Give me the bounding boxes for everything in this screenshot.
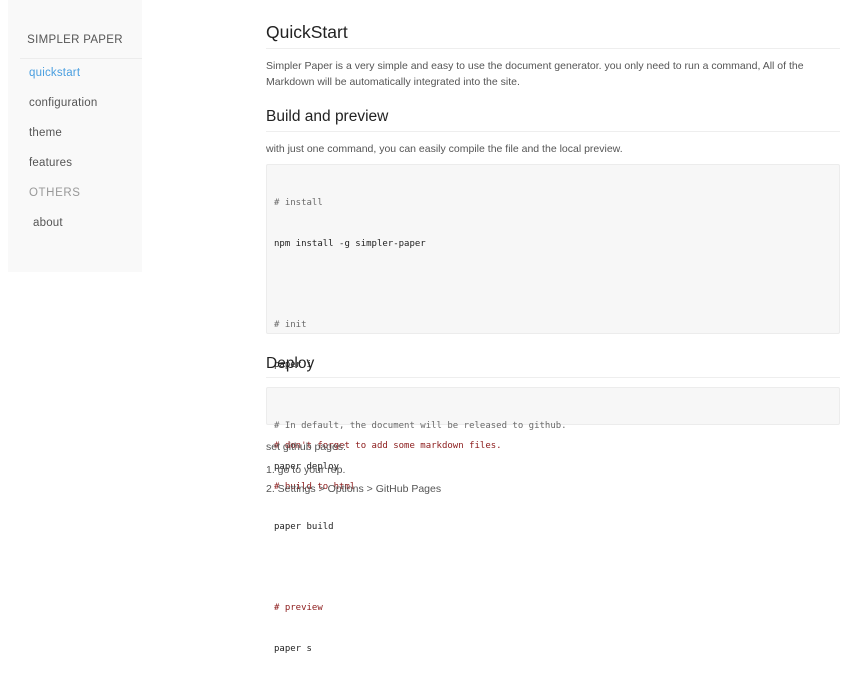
pages-text: set github pages: xyxy=(266,441,346,453)
code-line: # In default, the document will be relea… xyxy=(274,421,567,431)
sidebar-item-theme[interactable]: theme xyxy=(29,127,62,139)
code-line: paper build xyxy=(274,522,334,532)
code-block-build[interactable]: # install npm install -g simpler-paper #… xyxy=(266,164,840,654)
code-line: paper s xyxy=(274,643,312,654)
code-line: # init xyxy=(274,319,307,330)
sidebar-section-others: OTHERS xyxy=(29,187,81,199)
list-item: 2. Settings > Options > GitHub Pages xyxy=(266,483,442,495)
divider xyxy=(266,377,840,378)
code-line: npm install -g simpler-paper xyxy=(274,238,426,249)
divider xyxy=(20,58,142,59)
section-heading-deploy: Deploy xyxy=(266,355,315,372)
sidebar: SIMPLER PAPER quickstart configuration t… xyxy=(8,0,142,272)
sidebar-item-features[interactable]: features xyxy=(29,157,72,169)
intro-text: Simpler Paper is a very simple and easy … xyxy=(266,60,804,88)
code-block-deploy[interactable]: # In default, the document will be relea… xyxy=(266,387,840,472)
code-line: # install xyxy=(274,198,323,208)
section-heading-build: Build and preview xyxy=(266,108,389,125)
sidebar-item-about[interactable]: about xyxy=(33,217,63,229)
code-line: paper i xyxy=(274,360,312,370)
page-title: QuickStart xyxy=(266,22,348,42)
sidebar-item-quickstart[interactable]: quickstart xyxy=(29,67,80,79)
divider xyxy=(266,48,840,49)
code-line: # preview xyxy=(274,603,323,613)
list-item: 1. go to your rep. xyxy=(266,464,346,476)
steps-list: 1. go to your rep. 2. Settings > Options… xyxy=(266,461,441,499)
build-text: with just one command, you can easily co… xyxy=(266,143,623,155)
divider xyxy=(266,131,840,132)
sidebar-item-configuration[interactable]: configuration xyxy=(29,97,97,109)
sidebar-brand[interactable]: SIMPLER PAPER xyxy=(8,34,142,46)
